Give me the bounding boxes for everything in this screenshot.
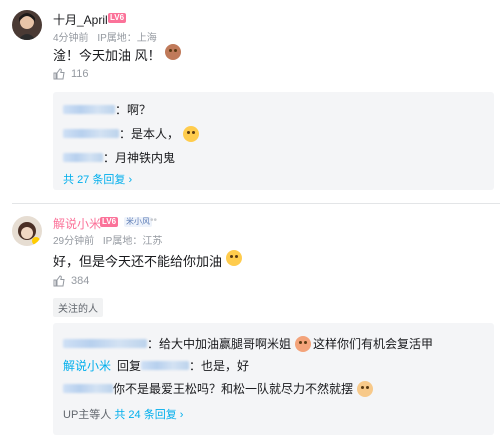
reply-text: ：给大中加油赢腿哥啊米姐	[147, 337, 292, 351]
more-prefix: UP主等人	[63, 409, 112, 421]
username[interactable]: 十月_April	[53, 11, 108, 28]
reply-text: ：是本人，	[119, 127, 180, 141]
reply-text: ：也是，好	[189, 359, 250, 373]
avatar[interactable]	[12, 10, 42, 40]
view-more-replies[interactable]: 共 27 条回复 ›	[63, 171, 132, 187]
blurred-username[interactable]	[63, 153, 103, 162]
reply-item: 你不是最爱王松吗？和松一队就尽力不然就摆	[63, 380, 374, 397]
level-badge: LV6	[108, 13, 127, 23]
timestamp: 4分钟前	[53, 33, 89, 44]
comment-2: 解说小米 LV6 米小风 •• 29分钟前 IP属地：江苏 好，但是今天还不能给…	[0, 204, 500, 440]
emoji-smile-icon	[226, 250, 243, 266]
following-tag: 关注的人	[53, 298, 103, 317]
avatar-image	[18, 13, 36, 40]
emoji-sticker-icon	[164, 44, 181, 60]
thumb-up-icon	[53, 275, 65, 287]
avatar[interactable]	[12, 216, 42, 246]
reply-count: 共 24 条回复	[114, 409, 177, 421]
more-suffix: 条回复	[92, 174, 126, 186]
reply-text: 你不是最爱王松吗？和松一队就尽力不然就摆	[113, 382, 354, 396]
reply-item: 解说小米 回复 ：也是，好	[63, 357, 249, 374]
chevron-right-icon: ›	[179, 409, 184, 421]
blurred-username[interactable]	[63, 339, 147, 348]
blurred-username[interactable]	[63, 105, 115, 114]
comment-1: 十月_April LV6 4分钟前 IP属地：上海 淦！今天加油 风！ 116 …	[0, 0, 500, 200]
chevron-right-icon: ›	[128, 174, 133, 186]
like-count: 384	[71, 275, 90, 287]
reply-text: ：啊？	[115, 103, 152, 117]
reply-item: ：月神铁内鬼	[63, 149, 175, 166]
fan-badge: 米小风	[124, 217, 152, 227]
view-more-replies[interactable]: UP主等人 共 24 条回复 ›	[63, 406, 183, 422]
level-badge: LV6	[100, 217, 119, 227]
thumb-up-icon	[53, 68, 65, 80]
reply-text: ：月神铁内鬼	[103, 151, 176, 165]
blurred-username[interactable]	[63, 129, 119, 138]
avatar-image	[18, 222, 40, 245]
emoji-smirk-icon	[183, 125, 200, 142]
reply-text-suffix: 这样你们有机会复活甲	[313, 337, 434, 351]
more-options-icon[interactable]: ••	[150, 215, 157, 226]
username[interactable]: 解说小米	[53, 215, 101, 232]
like-button[interactable]: 384	[53, 275, 89, 287]
comment-text-content: 淦！今天加油 风！	[53, 48, 161, 63]
reply-box: ：给大中加油赢腿哥啊米姐 这样你们有机会复活甲 解说小米 回复 ：也是，好 你不…	[53, 323, 494, 435]
like-count: 116	[71, 68, 89, 80]
reply-item: ：给大中加油赢腿哥啊米姐 这样你们有机会复活甲	[63, 335, 433, 352]
reply-to-label: 回复	[117, 359, 142, 373]
reply-item: ：是本人，	[63, 125, 200, 142]
reply-item: ：啊？	[63, 101, 151, 118]
more-prefix: 共	[63, 174, 74, 186]
comment-meta: 4分钟前 IP属地：上海	[53, 29, 157, 44]
reply-author-link[interactable]: 解说小米	[63, 357, 111, 374]
ip-location: IP属地：上海	[97, 33, 157, 44]
comment-text: 淦！今天加油 风！	[53, 44, 181, 64]
reply-count: 27	[77, 174, 90, 186]
reply-box: ：啊？ ：是本人， ：月神铁内鬼 共 27 条回复 ›	[53, 92, 494, 190]
timestamp: 29分钟前	[53, 236, 95, 247]
comment-text-content: 好，但是今天还不能给你加油	[53, 254, 223, 269]
emoji-cat-icon	[357, 380, 374, 397]
emoji-laugh-icon	[295, 335, 312, 352]
blurred-username[interactable]	[141, 361, 190, 370]
comment-meta: 29分钟前 IP属地：江苏	[53, 232, 162, 247]
blurred-username[interactable]	[63, 384, 113, 393]
comment-text: 好，但是今天还不能给你加油	[53, 250, 243, 270]
ip-location: IP属地：江苏	[102, 236, 163, 247]
like-button[interactable]: 116	[53, 68, 89, 80]
